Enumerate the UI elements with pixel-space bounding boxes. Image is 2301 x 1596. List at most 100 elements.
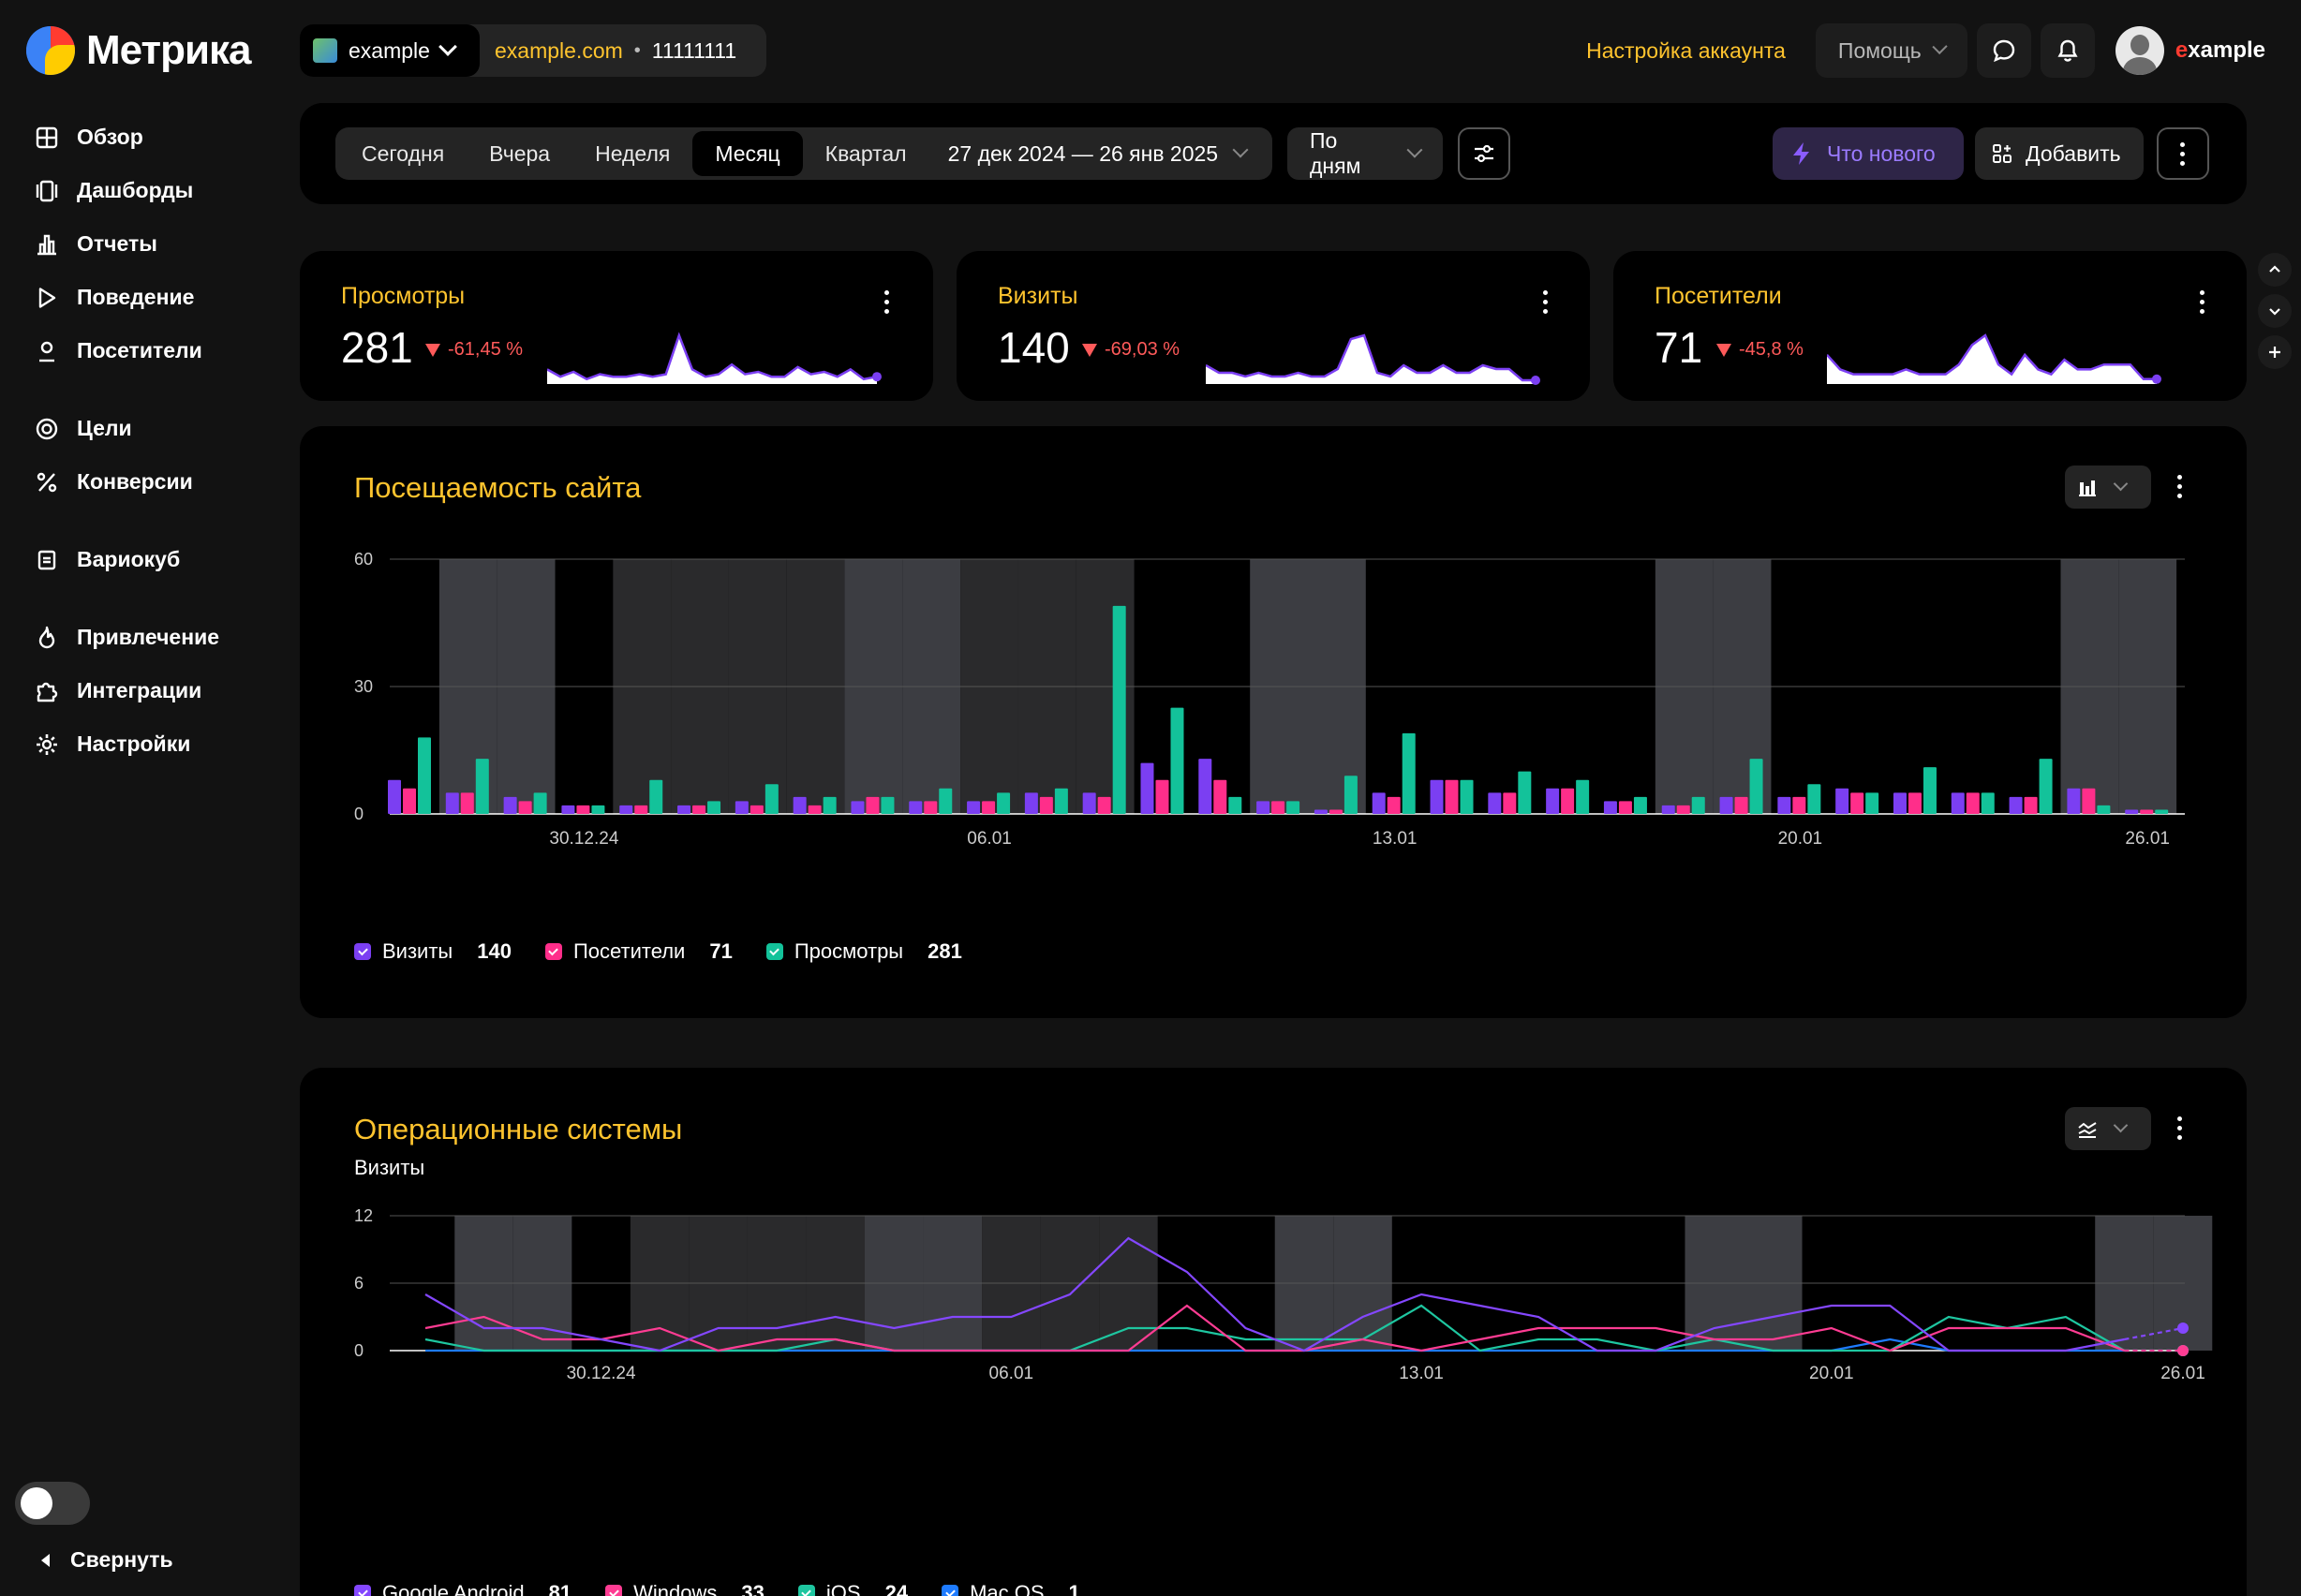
bar (1807, 784, 1821, 814)
target-icon (36, 418, 58, 439)
checkbox-icon (544, 943, 562, 960)
legend-item-visits[interactable]: Визиты 140 (354, 939, 512, 964)
bar (1256, 801, 1270, 814)
period-month[interactable]: Месяц (692, 131, 803, 176)
legend-item-windows[interactable]: Windows 33 (605, 1581, 765, 1596)
sidebar-item-overview[interactable]: Обзор (34, 111, 277, 164)
kpi-card-pageviews[interactable]: Просмотры 281 -61,45 % (300, 251, 933, 401)
kpi-menu-icon[interactable] (1543, 290, 1549, 314)
bar (1402, 732, 1416, 814)
period-week[interactable]: Неделя (572, 131, 692, 176)
os-line-chart[interactable]: 0 6 12 30.12.24 06.01 13.01 20.01 26.01 (300, 1199, 2247, 1480)
x-tick-label: 26.01 (2125, 829, 2170, 849)
bar-chart-icon (37, 234, 56, 255)
sidebar-item-visitors[interactable]: Посетители (34, 324, 277, 377)
account-settings-link[interactable]: Настройка аккаунта (1586, 38, 1786, 64)
bar (1170, 707, 1184, 814)
scroll-down-button[interactable] (2258, 294, 2292, 328)
bar (1908, 792, 1922, 814)
sidebar-item-settings[interactable]: Настройки (34, 717, 277, 771)
logo[interactable]: Метрика (26, 26, 252, 75)
header-actions: Настройка аккаунта Помощь example (1586, 22, 2265, 79)
play-icon (38, 287, 56, 308)
bar (967, 801, 981, 814)
period-today[interactable]: Сегодня (339, 131, 467, 176)
sidebar-item-label: Интеграции (77, 678, 202, 702)
sidebar-item-acquisition[interactable]: Привлечение (34, 611, 277, 664)
kpi-value: 140 (998, 323, 1070, 372)
legend-item-pageviews[interactable]: Просмотры 281 (765, 939, 962, 964)
bar (1691, 796, 1705, 814)
panel-menu-icon[interactable] (2177, 1116, 2183, 1140)
bar (445, 792, 459, 814)
notifications-button[interactable] (2040, 23, 2095, 78)
bar (997, 792, 1011, 814)
legend-item-macos[interactable]: Mac OS 1 (942, 1581, 1080, 1596)
sidebar-item-integrations[interactable]: Интеграции (34, 664, 277, 717)
add-widget-button[interactable]: Добавить (1975, 127, 2144, 180)
counter-site-link[interactable]: example.com (495, 38, 623, 64)
bar (388, 779, 401, 814)
help-button[interactable]: Помощь (1815, 23, 1967, 78)
chat-icon (1993, 39, 2015, 63)
date-range-picker[interactable]: 27 дек 2024 — 26 янв 2025 (929, 131, 1266, 176)
bar (1372, 792, 1386, 814)
legend-value: 281 (928, 939, 962, 963)
user-menu[interactable]: example (2115, 26, 2265, 75)
counter-dropdown[interactable]: example (300, 24, 480, 77)
bar (561, 805, 575, 814)
bar (2097, 805, 2111, 814)
legend-label: Визиты (382, 939, 453, 963)
collapse-sidebar-button[interactable]: Свернуть (41, 1547, 173, 1573)
kpi-card-visits[interactable]: Визиты 140 -69,03 % (957, 251, 1590, 401)
bar (823, 796, 837, 814)
legend-value: 71 (709, 939, 733, 963)
panel-menu-icon[interactable] (2177, 475, 2183, 498)
theme-toggle[interactable] (15, 1482, 90, 1525)
bar (982, 801, 996, 814)
panel-title: Операционные системы (354, 1113, 683, 1145)
x-tick-label: 26.01 (2160, 1364, 2205, 1383)
traffic-bar-chart[interactable]: 0 30 60 30.12.24 06.01 13.01 20.01 26.01 (300, 539, 2247, 894)
add-button[interactable] (2258, 335, 2292, 369)
bar (1576, 779, 1590, 814)
filters-button[interactable] (1458, 127, 1510, 180)
bar (460, 792, 474, 814)
chart-type-dropdown[interactable] (2065, 1107, 2151, 1150)
kpi-card-visitors[interactable]: Посетители 71 -45,8 % (1613, 251, 2247, 401)
bar (909, 801, 923, 814)
period-quarter[interactable]: Квартал (803, 131, 929, 176)
kpi-menu-icon[interactable] (884, 290, 890, 314)
sidebar-item-behavior[interactable]: Поведение (34, 271, 277, 324)
sidebar-item-goals[interactable]: Цели (34, 402, 277, 455)
bar (533, 792, 547, 814)
sidebar-item-dashboards[interactable]: Дашборды (34, 164, 277, 217)
grouping-dropdown[interactable]: По дням (1287, 127, 1443, 180)
kpi-menu-icon[interactable] (2200, 290, 2205, 314)
legend-label: Просмотры (794, 939, 904, 963)
sparkline-line (547, 332, 878, 381)
scroll-up-button[interactable] (2258, 253, 2292, 287)
traffic-panel: Посещаемость сайта 0 30 60 30.12.24 06.01 13.… (300, 426, 2247, 1018)
bar (1503, 792, 1517, 814)
legend-item-android[interactable]: Google Android 81 (354, 1581, 572, 1596)
legend-item-ios[interactable]: iOS 24 (797, 1581, 908, 1596)
period-yesterday[interactable]: Вчера (467, 131, 572, 176)
dashboards-icon (36, 180, 58, 201)
kpi-delta: -69,03 % (1082, 339, 1180, 361)
y-tick-label: 0 (354, 805, 364, 823)
sidebar-item-label: Вариокуб (77, 547, 181, 571)
bar (1719, 796, 1733, 814)
legend-item-visitors[interactable]: Посетители 71 (544, 939, 733, 964)
chevron-down-icon (438, 37, 457, 56)
legend-value: 81 (548, 1581, 572, 1596)
toolbar-more-button[interactable] (2157, 127, 2209, 180)
y-tick-label: 30 (354, 677, 373, 696)
sidebar-item-conversions[interactable]: Конверсии (34, 455, 277, 509)
bar (1039, 796, 1053, 814)
whats-new-button[interactable]: Что нового (1773, 127, 1964, 180)
chart-type-dropdown[interactable] (2065, 466, 2151, 509)
chat-button[interactable] (1976, 23, 2031, 78)
sidebar-item-variocube[interactable]: Вариокуб (34, 533, 277, 586)
sidebar-item-reports[interactable]: Отчеты (34, 217, 277, 271)
